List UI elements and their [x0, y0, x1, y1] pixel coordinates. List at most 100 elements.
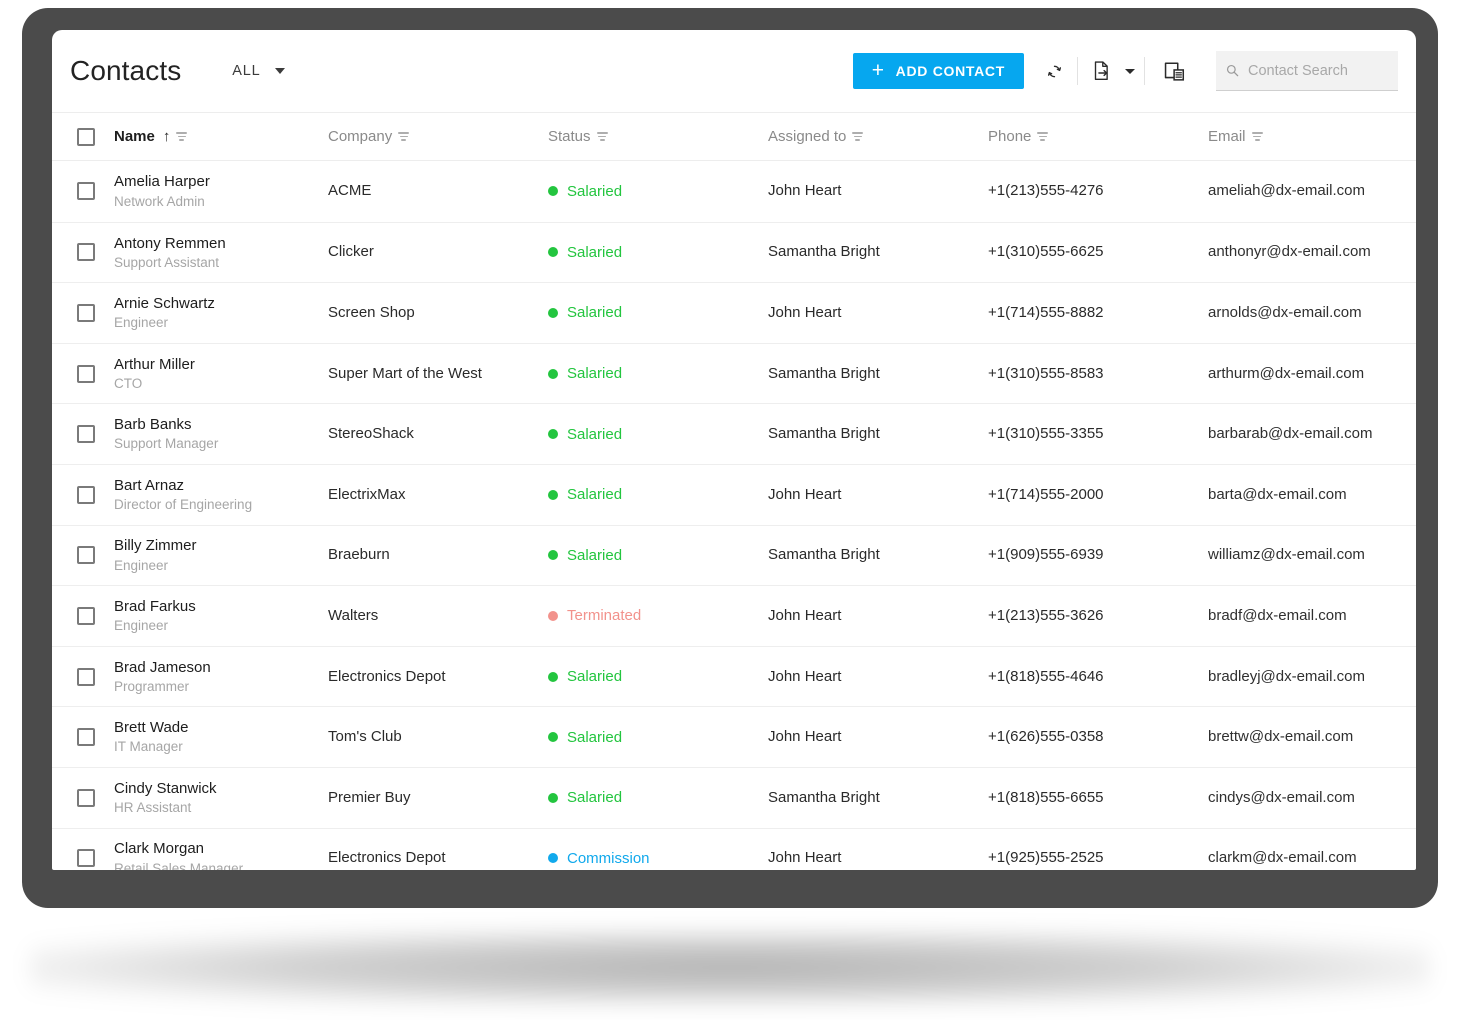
contact-position: Engineer — [114, 557, 169, 573]
plus-icon: + — [871, 58, 885, 82]
row-select-checkbox[interactable] — [77, 485, 95, 504]
filter-icon[interactable] — [852, 130, 864, 142]
scope-filter-dropdown[interactable]: ALL — [228, 57, 288, 85]
table-row[interactable]: Billy Zimmer Engineer Braeburn Salaried Sama… — [52, 524, 1416, 586]
column-header-company-label: Company — [328, 128, 393, 145]
column-header-phone[interactable]: Phone — [988, 128, 1208, 145]
table-row[interactable]: Bart Arnaz Director of Engineering Electri… — [52, 463, 1416, 525]
assigned-to-value: John Heart — [768, 485, 842, 503]
column-chooser-icon — [1164, 62, 1184, 81]
cell-status: Salaried — [548, 304, 768, 321]
table-row[interactable]: Barb Banks Support Manager StereoShack Sala… — [52, 403, 1416, 464]
cell-email: anthonyr@dx-email.com — [1208, 243, 1416, 261]
row-select-checkbox[interactable] — [77, 303, 95, 322]
table-row[interactable]: Amelia Harper Network Admin ACME Salaried Jo… — [52, 161, 1416, 222]
cell-status: Salaried — [548, 244, 768, 261]
table-row[interactable]: Brad Jameson Programmer Electronics Depot S… — [52, 645, 1416, 707]
row-select-checkbox[interactable] — [77, 788, 95, 807]
column-header-company[interactable]: Company — [328, 128, 548, 145]
column-header-email[interactable]: Email — [1208, 128, 1416, 145]
row-select-checkbox[interactable] — [77, 182, 95, 201]
status-label: Salaried — [567, 789, 623, 807]
table-row[interactable]: Brett Wade IT Manager Tom's Club Salaried Jo… — [52, 706, 1416, 767]
status-badge: Commission — [548, 850, 768, 867]
contact-name: Brad Jameson — [114, 658, 211, 676]
cell-assigned-to: John Heart — [768, 668, 988, 686]
sort-ascending-icon: ↑ — [162, 128, 171, 145]
cell-phone: +1(213)555-3626 — [988, 607, 1208, 625]
add-contact-button[interactable]: + ADD CONTACT — [852, 53, 1024, 89]
table-row[interactable]: Cindy Stanwick HR Assistant Premier Buy Sal… — [52, 766, 1416, 828]
column-chooser-button[interactable] — [1154, 51, 1194, 91]
status-label: Commission — [567, 849, 650, 867]
grid-body: Amelia Harper Network Admin ACME Salaried Jo… — [52, 161, 1416, 870]
status-label: Salaried — [567, 243, 623, 261]
cell-phone: +1(714)555-8882 — [988, 304, 1208, 322]
row-select-checkbox[interactable] — [77, 364, 95, 383]
row-select-cell — [52, 728, 110, 747]
cell-name: Brad Jameson Programmer — [110, 658, 328, 696]
column-header-name-label: Name — [114, 128, 155, 145]
table-row[interactable]: Arthur Miller CTO Super Mart of the West Sa… — [52, 342, 1416, 404]
cell-company: Braeburn — [328, 546, 548, 564]
toolbar-divider-1 — [1077, 57, 1078, 85]
filter-icon[interactable] — [596, 130, 608, 142]
company-value: Tom's Club — [328, 728, 402, 746]
email-value: brettw@dx-email.com — [1208, 728, 1354, 746]
row-select-checkbox[interactable] — [77, 243, 95, 262]
select-all-checkbox[interactable] — [77, 127, 95, 146]
row-select-checkbox[interactable] — [77, 606, 95, 625]
row-select-checkbox[interactable] — [77, 728, 95, 747]
table-row[interactable]: Antony Remmen Support Assistant Clicker Sal… — [52, 221, 1416, 283]
status-dot-icon — [548, 489, 558, 500]
contact-position: Engineer — [114, 315, 169, 331]
status-dot-icon — [548, 307, 558, 318]
contact-name: Clark Morgan — [114, 840, 205, 858]
row-select-checkbox[interactable] — [77, 849, 95, 868]
cell-phone: +1(714)555-2000 — [988, 486, 1208, 504]
phone-value: +1(626)555-0358 — [988, 728, 1104, 746]
cell-email: arthurm@dx-email.com — [1208, 365, 1416, 383]
contact-name: Amelia Harper — [114, 173, 210, 191]
column-header-status-label: Status — [548, 128, 591, 145]
email-value: ameliah@dx-email.com — [1208, 182, 1365, 200]
status-label: Salaried — [567, 486, 623, 504]
cell-email: bradleyj@dx-email.com — [1208, 668, 1416, 686]
export-button[interactable] — [1081, 51, 1141, 91]
table-row[interactable]: Clark Morgan Retail Sales Manager Electron… — [52, 827, 1416, 870]
column-header-status[interactable]: Status — [548, 128, 768, 145]
filter-icon[interactable] — [398, 130, 410, 142]
search-input[interactable] — [1247, 62, 1388, 79]
contact-position: Engineer — [114, 618, 169, 634]
cell-assigned-to: John Heart — [768, 849, 988, 867]
row-select-checkbox[interactable] — [77, 546, 95, 565]
table-row[interactable]: Arnie Schwartz Engineer Screen Shop Salarie… — [52, 282, 1416, 343]
filter-icon[interactable] — [176, 130, 188, 142]
status-label: Salaried — [567, 728, 623, 746]
status-label: Salaried — [567, 425, 623, 443]
search-field[interactable] — [1216, 51, 1398, 91]
row-select-checkbox[interactable] — [77, 667, 95, 686]
refresh-button[interactable] — [1034, 51, 1074, 91]
cell-status: Salaried — [548, 426, 768, 443]
status-badge: Salaried — [548, 547, 768, 564]
row-select-cell — [52, 243, 110, 262]
status-badge: Salaried — [548, 304, 768, 321]
email-value: bradf@dx-email.com — [1208, 606, 1347, 624]
filter-icon[interactable] — [1251, 130, 1263, 142]
cell-name: Clark Morgan Retail Sales Manager — [110, 839, 328, 870]
row-select-checkbox[interactable] — [77, 425, 95, 444]
company-value: Screen Shop — [328, 303, 415, 321]
company-value: Clicker — [328, 243, 374, 261]
status-dot-icon — [548, 550, 558, 561]
contact-name: Billy Zimmer — [114, 537, 197, 555]
cell-name: Antony Remmen Support Assistant — [110, 234, 328, 272]
cell-name: Arthur Miller CTO — [110, 355, 328, 393]
table-row[interactable]: Brad Farkus Engineer Walters Terminated John… — [52, 585, 1416, 646]
phone-value: +1(925)555-2525 — [988, 849, 1104, 867]
filter-icon[interactable] — [1037, 130, 1049, 142]
column-header-name[interactable]: Name ↑ — [110, 128, 328, 145]
column-header-assigned-to[interactable]: Assigned to — [768, 128, 988, 145]
contact-name: Bart Arnaz — [114, 476, 185, 494]
status-badge: Salaried — [548, 789, 768, 806]
